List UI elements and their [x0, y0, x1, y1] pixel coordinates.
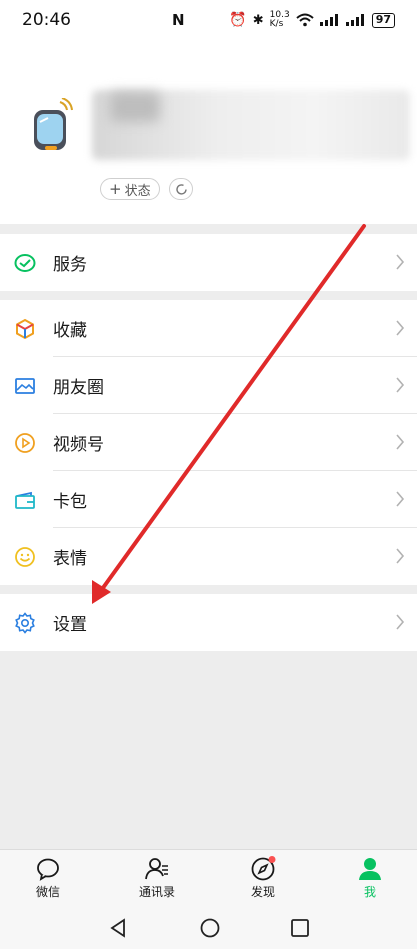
- plus-icon: +: [109, 180, 122, 198]
- status-button[interactable]: + 状态: [100, 178, 160, 200]
- menu-item-stickers[interactable]: 表情: [0, 528, 417, 585]
- settings-group: 设置: [0, 594, 417, 651]
- status-label: 状态: [124, 183, 151, 199]
- gear-icon: [15, 612, 35, 634]
- system-navigation-bar: [0, 907, 417, 949]
- menu-item-channels[interactable]: 视频号: [0, 414, 417, 471]
- favorites-icon: [16, 318, 34, 340]
- alarm-icon: ⏰: [229, 12, 247, 28]
- chevron-right-icon: [396, 377, 405, 393]
- channels-icon: [15, 433, 35, 453]
- moments-icon: [15, 378, 35, 394]
- contacts-icon: [145, 858, 168, 880]
- bottom-tab-bar: 微信 通讯录 发现 我: [0, 849, 417, 907]
- signal-icon: [319, 14, 338, 26]
- menu-item-favorites[interactable]: 收藏: [0, 300, 417, 357]
- tab-label-contacts: 通讯录: [138, 885, 175, 899]
- profile-header[interactable]: + 状态: [0, 40, 417, 224]
- tab-label-chats: 微信: [35, 885, 60, 899]
- wifi-icon: [296, 13, 314, 27]
- signal-icon-2: [345, 14, 364, 26]
- feature-group: 收藏 朋友圈 视频号 卡包 表情: [0, 300, 417, 585]
- chevron-right-icon: [396, 491, 405, 507]
- menu-label-service: 服务: [53, 255, 87, 275]
- refresh-status-button[interactable]: [169, 178, 193, 200]
- recents-square-icon[interactable]: [289, 917, 311, 939]
- tab-label-discover: 发现: [250, 885, 275, 899]
- chevron-right-icon: [396, 320, 405, 336]
- tab-chats[interactable]: 微信: [8, 856, 88, 900]
- net-speed: 10.3 K/s: [269, 10, 290, 29]
- tab-label-me: 我: [363, 885, 376, 899]
- profile-name-blur-mark: [110, 92, 160, 122]
- status-icons: ⏰ ✱ 10.3 K/s 97: [229, 11, 395, 29]
- back-triangle-icon[interactable]: [107, 917, 129, 939]
- menu-label-moments: 朋友圈: [53, 378, 104, 398]
- compass-icon: [251, 856, 276, 881]
- sticker-smile-icon: [15, 547, 35, 567]
- refresh-icon: [175, 183, 187, 195]
- menu-label-cards: 卡包: [53, 492, 87, 512]
- wallet-icon: [15, 491, 35, 509]
- home-circle-icon[interactable]: [199, 917, 221, 939]
- bluetooth-icon: ✱: [252, 12, 264, 28]
- chevron-right-icon: [396, 548, 405, 564]
- menu-label-settings: 设置: [53, 615, 87, 635]
- chevron-right-icon: [396, 614, 405, 630]
- service-group: 服务: [0, 234, 417, 291]
- person-icon: [359, 858, 381, 880]
- tab-discover[interactable]: 发现: [223, 856, 303, 900]
- chat-bubble-icon: [37, 858, 59, 881]
- nfc-icon: N: [172, 11, 185, 29]
- tab-me[interactable]: 我: [330, 856, 410, 900]
- tab-contacts[interactable]: 通讯录: [117, 856, 197, 900]
- menu-item-moments[interactable]: 朋友圈: [0, 357, 417, 414]
- menu-label-favorites: 收藏: [53, 321, 87, 341]
- chevron-right-icon: [396, 434, 405, 450]
- menu-label-channels: 视频号: [53, 435, 104, 455]
- menu-item-service[interactable]: 服务: [0, 234, 417, 291]
- menu-item-cards[interactable]: 卡包: [0, 471, 417, 528]
- chevron-right-icon: [396, 254, 405, 270]
- service-icon: [14, 254, 36, 272]
- menu-label-stickers: 表情: [53, 549, 87, 569]
- menu-item-settings[interactable]: 设置: [0, 594, 417, 651]
- battery-indicator: 97: [371, 12, 395, 28]
- avatar[interactable]: [30, 98, 74, 154]
- clock: 20:46: [22, 10, 71, 30]
- status-bar: 20:46 N ⏰ ✱ 10.3 K/s 97: [0, 0, 417, 40]
